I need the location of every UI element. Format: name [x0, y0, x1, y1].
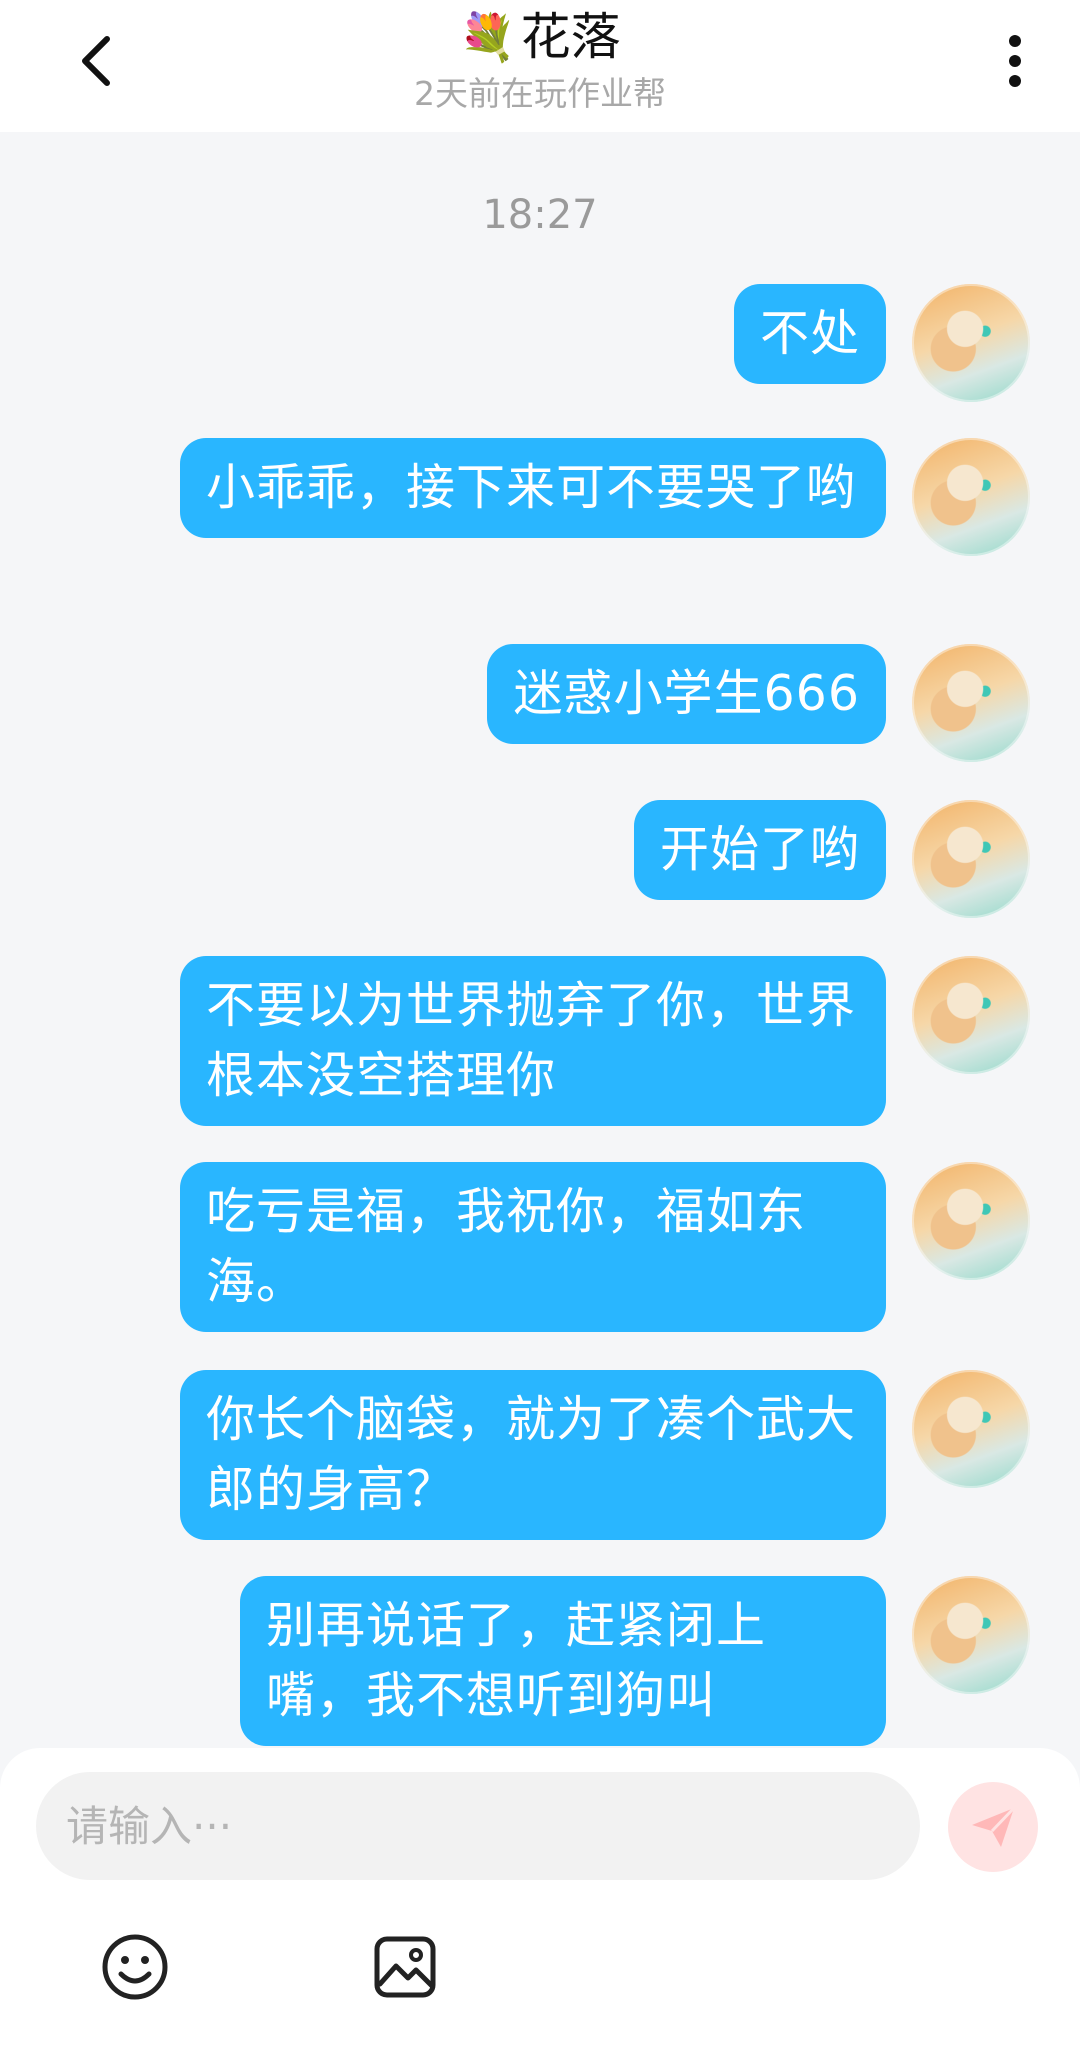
message-row: 开始了哟: [633, 800, 1030, 918]
chat-title-area: 💐 花落 2天前在玩作业帮: [0, 4, 1080, 116]
more-button[interactable]: [990, 26, 1040, 96]
chat-message-list[interactable]: 18:27 不处 小乖乖，接下来可不要哭了哟 迷惑小学生666 开始了哟 不要以…: [0, 132, 1080, 1752]
chat-header: 💐 花落 2天前在玩作业帮: [0, 0, 1080, 132]
message-bubble[interactable]: 吃亏是福，我祝你，福如东海。: [180, 1162, 886, 1332]
send-icon: [972, 1806, 1016, 1847]
flower-emoji-icon: 💐: [459, 10, 517, 64]
emoji-icon: [102, 1934, 168, 2000]
contact-status: 2天前在玩作业帮: [414, 74, 666, 113]
contact-name: 花落: [520, 8, 621, 66]
message-timestamp: 18:27: [482, 192, 598, 238]
message-bubble[interactable]: 你长个脑袋，就为了凑个武大郎的身高？: [180, 1370, 886, 1540]
message-row: 不要以为世界抛弃了你，世界根本没空搭理你: [180, 956, 1030, 1126]
message-bubble[interactable]: 小乖乖，接下来可不要哭了哟: [180, 438, 886, 538]
message-bubble[interactable]: 不要以为世界抛弃了你，世界根本没空搭理你: [180, 956, 886, 1126]
message-bubble[interactable]: 不处: [733, 284, 886, 384]
message-bubble[interactable]: 开始了哟: [633, 800, 886, 900]
image-icon: [374, 1936, 436, 1998]
composer-bar: [0, 1748, 1080, 2060]
message-row: 别再说话了，赶紧闭上嘴，我不想听到狗叫: [240, 1576, 1030, 1746]
message-bubble[interactable]: 迷惑小学生666: [487, 644, 886, 744]
avatar[interactable]: [912, 284, 1030, 402]
avatar[interactable]: [912, 438, 1030, 556]
message-row: 小乖乖，接下来可不要哭了哟: [180, 438, 1030, 556]
avatar[interactable]: [912, 1576, 1030, 1694]
message-row: 你长个脑袋，就为了凑个武大郎的身高？: [180, 1370, 1030, 1540]
avatar[interactable]: [912, 800, 1030, 918]
avatar[interactable]: [912, 1370, 1030, 1488]
image-button[interactable]: [369, 1931, 441, 2003]
message-row: 迷惑小学生666: [487, 644, 1030, 762]
send-button[interactable]: [948, 1782, 1038, 1872]
avatar[interactable]: [912, 644, 1030, 762]
emoji-button[interactable]: [99, 1931, 171, 2003]
message-row: 不处: [733, 284, 1030, 402]
avatar[interactable]: [912, 1162, 1030, 1280]
avatar[interactable]: [912, 956, 1030, 1074]
message-row: 吃亏是福，我祝你，福如东海。: [180, 1162, 1030, 1332]
more-vertical-icon: [1009, 35, 1021, 87]
message-input[interactable]: [36, 1772, 920, 1880]
message-bubble[interactable]: 别再说话了，赶紧闭上嘴，我不想听到狗叫: [240, 1576, 886, 1746]
